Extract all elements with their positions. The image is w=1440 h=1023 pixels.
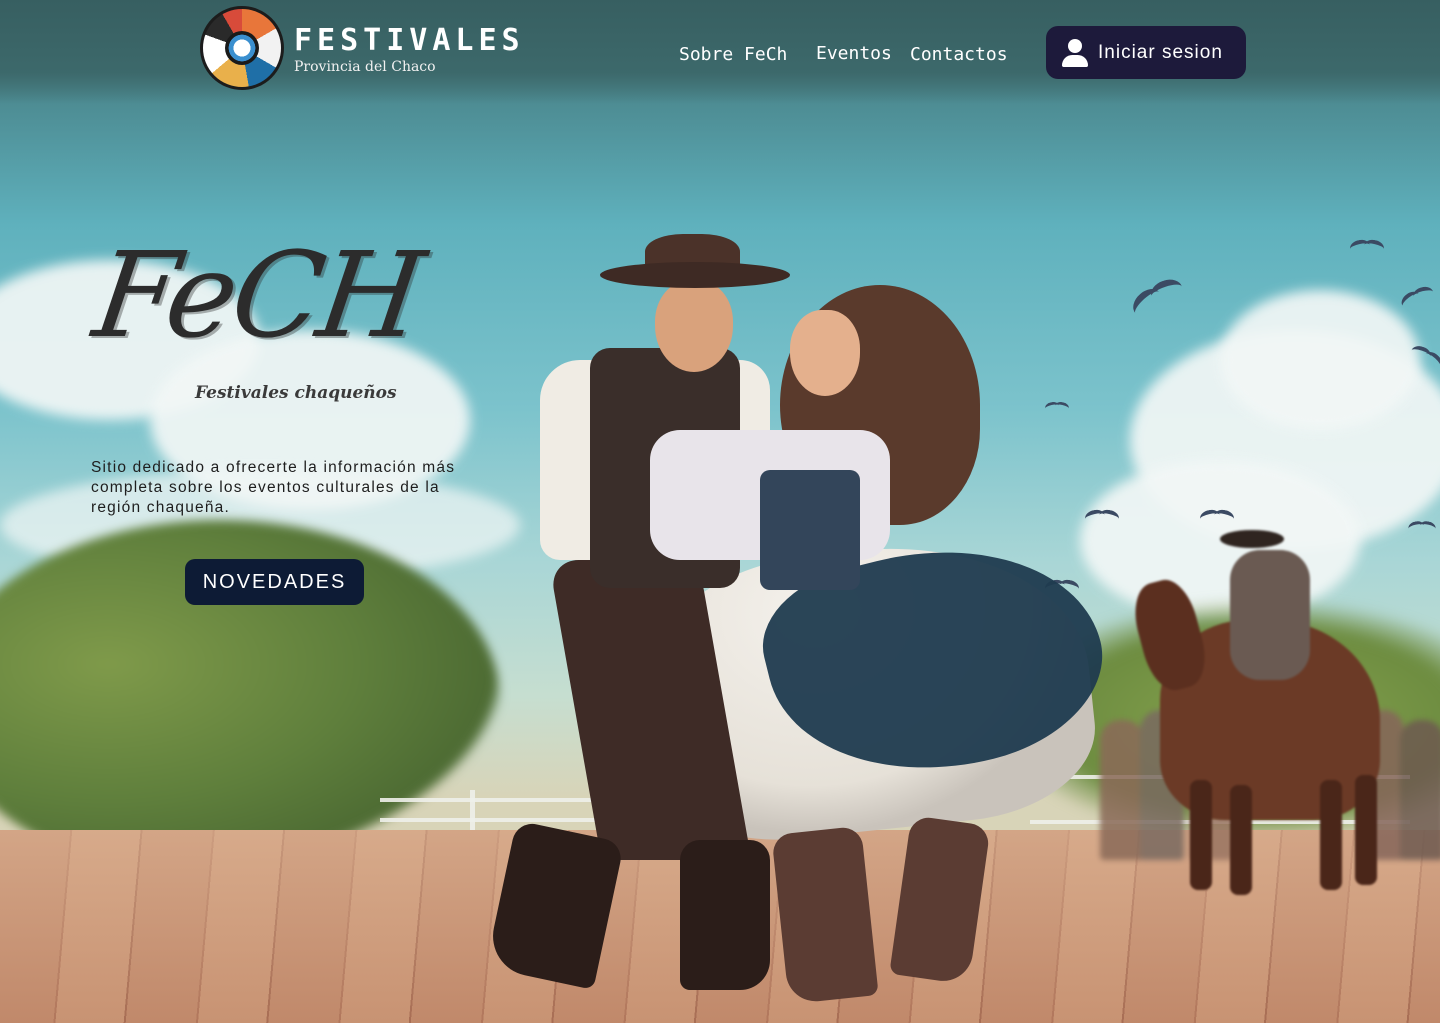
login-button[interactable]: Iniciar sesion <box>1046 26 1246 79</box>
login-label: Iniciar sesion <box>1098 41 1223 63</box>
nav-sobre-fech[interactable]: Sobre FeCh <box>679 44 787 65</box>
top-navigation-bar: FESTIVALES Provincia del Chaco Sobre FeC… <box>0 0 1440 104</box>
cloud <box>1220 290 1420 430</box>
user-icon <box>1062 38 1088 67</box>
nav-eventos[interactable]: Eventos <box>816 43 892 64</box>
brand-text: FESTIVALES Provincia del Chaco <box>294 22 525 75</box>
hero-title: FeCH <box>86 226 429 364</box>
bird <box>1128 274 1186 321</box>
bird <box>1350 240 1384 254</box>
horse-rider <box>1126 530 1410 895</box>
bird <box>1408 521 1435 532</box>
festival-collage-logo-icon <box>200 6 284 90</box>
brand-title: FESTIVALES <box>294 22 525 58</box>
bird <box>1200 510 1234 524</box>
brand-subtitle: Provincia del Chaco <box>294 58 436 75</box>
nav-contactos[interactable]: Contactos <box>910 44 1008 65</box>
hero-subtitle: Festivales chaqueños <box>195 383 397 403</box>
brand-home-link[interactable]: FESTIVALES Provincia del Chaco <box>200 6 525 90</box>
bird <box>1399 283 1436 310</box>
hero-description: Sitio dedicado a ofrecerte la informació… <box>91 459 456 516</box>
novedades-button[interactable]: NOVEDADES <box>185 559 364 605</box>
dancing-couple <box>480 230 1122 1020</box>
